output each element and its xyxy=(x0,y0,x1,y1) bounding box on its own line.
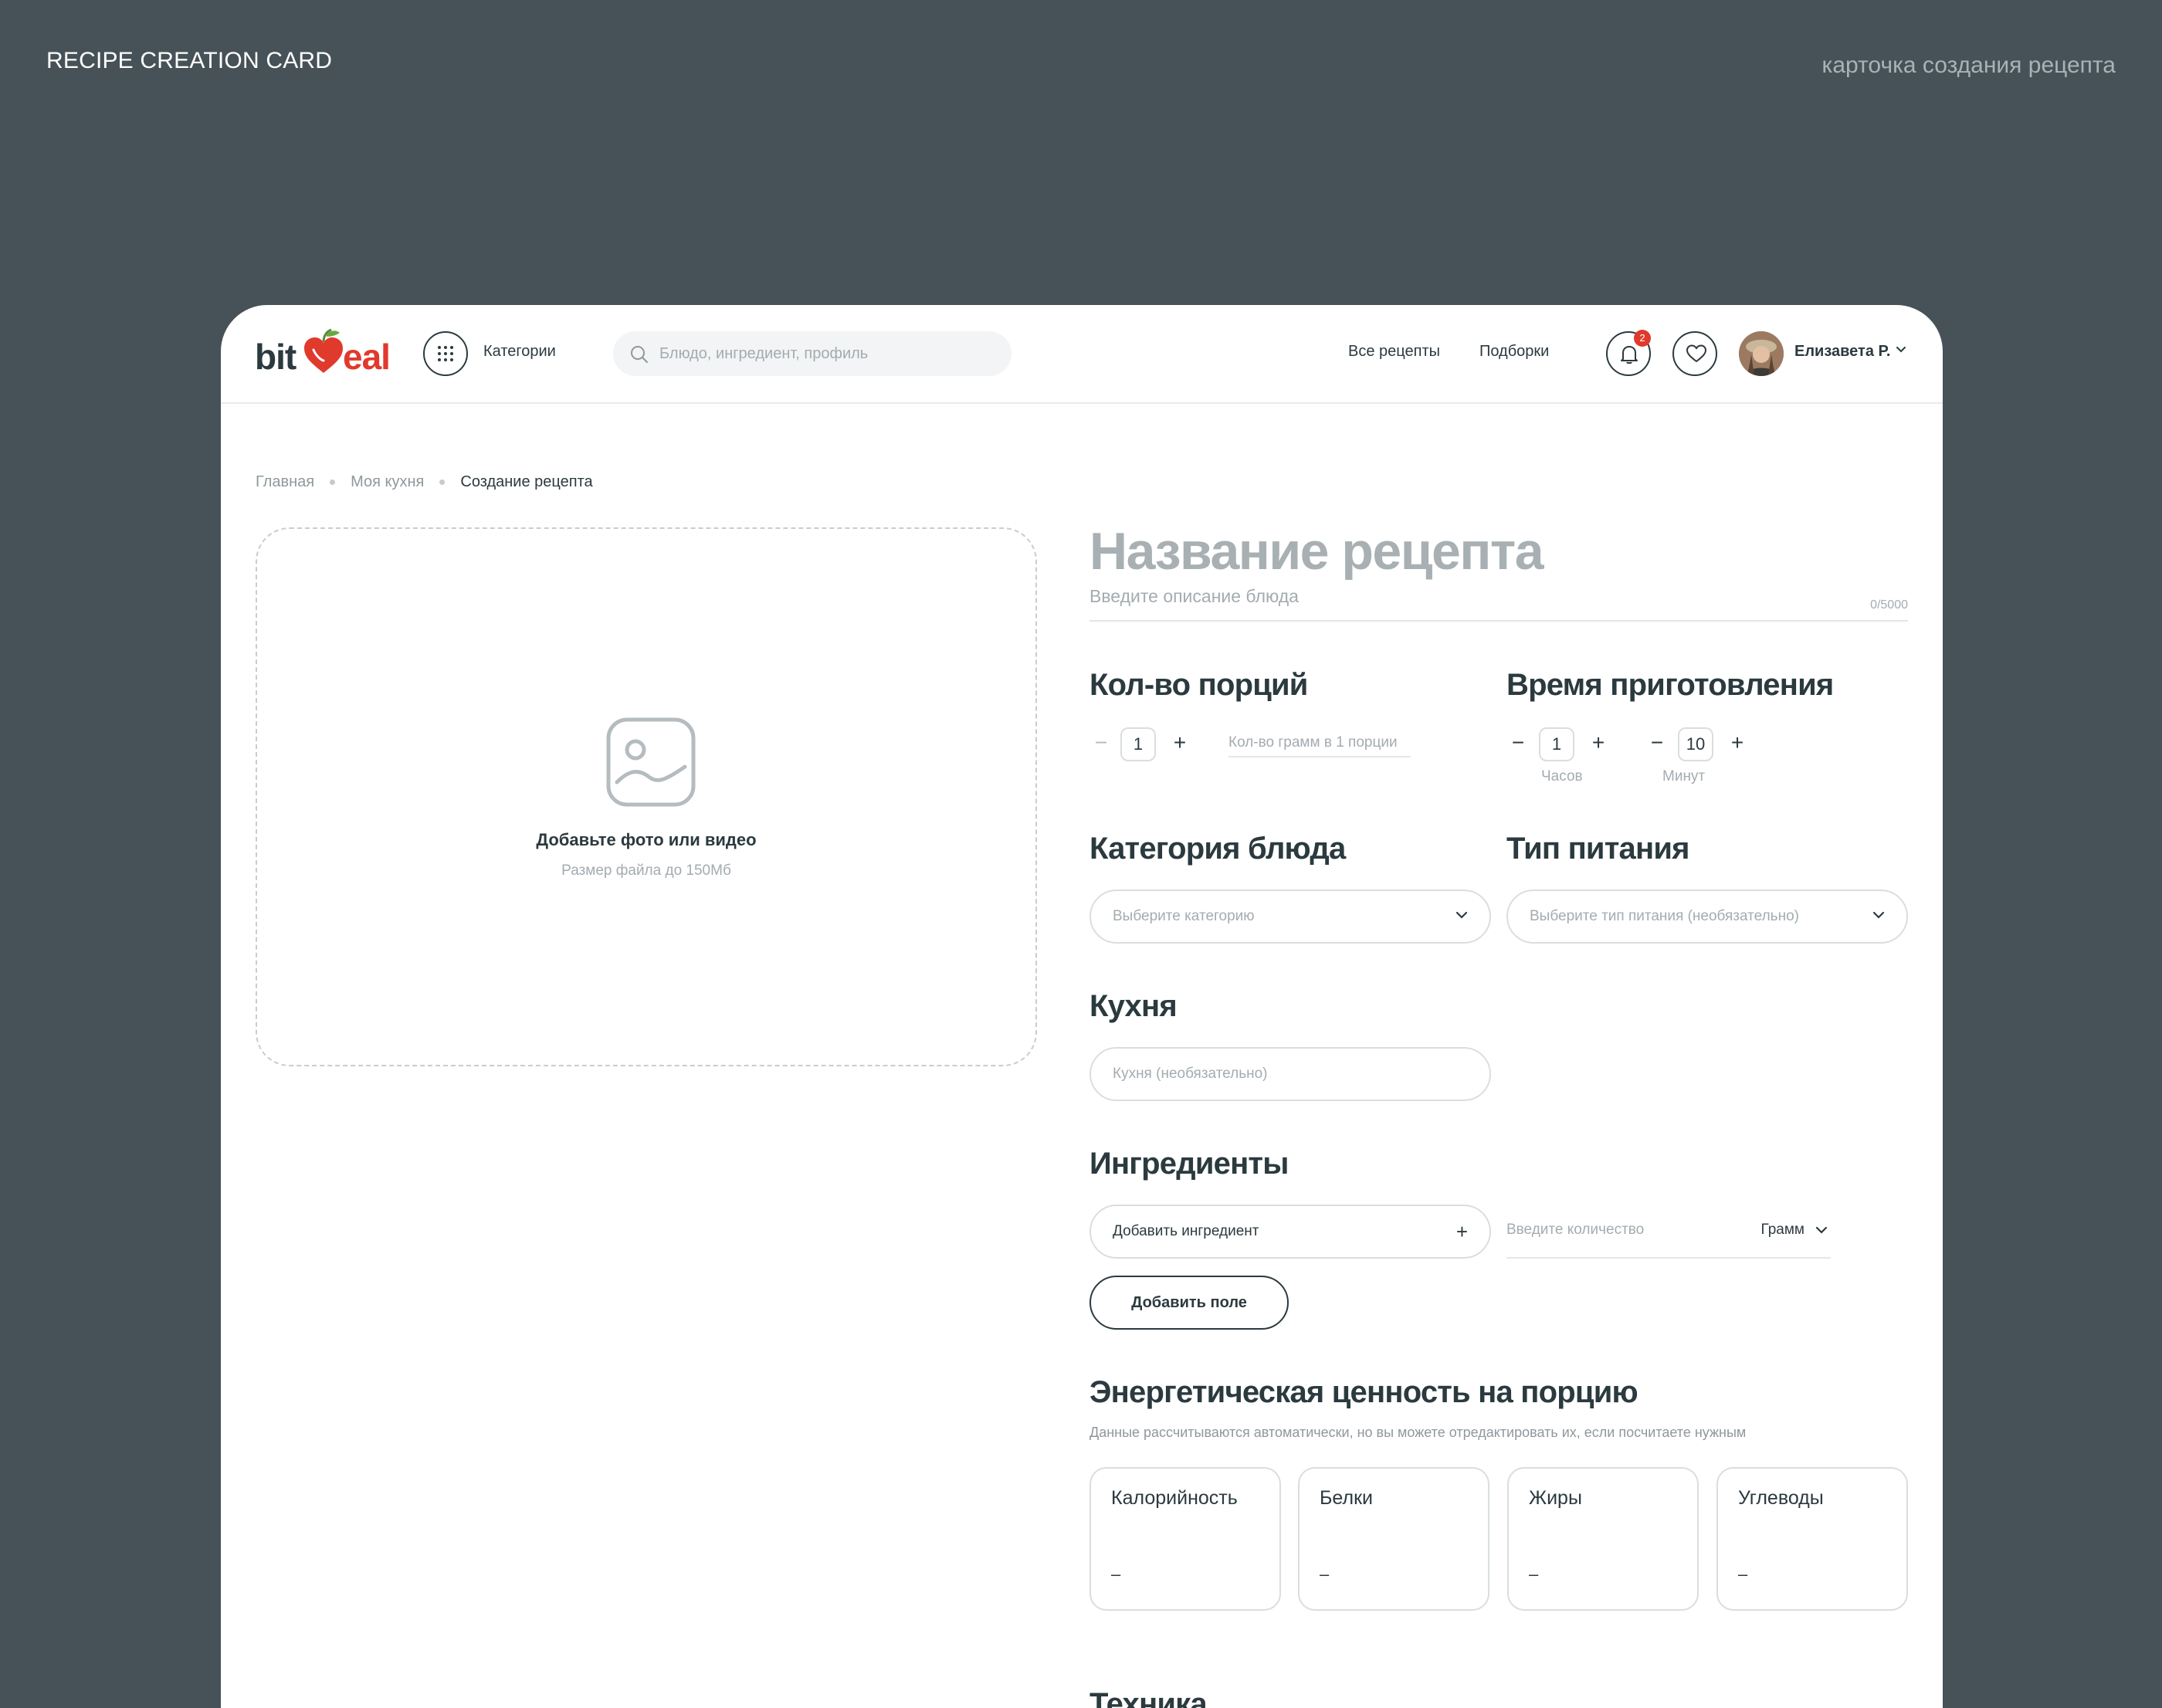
energy-heading: Энергетическая ценность на порцию xyxy=(1089,1375,1638,1409)
cuisine-input[interactable]: Кухня (необязательно) xyxy=(1089,1047,1491,1101)
nutrition-card-fat[interactable]: Жиры – xyxy=(1507,1467,1699,1611)
categories-button[interactable] xyxy=(423,331,468,376)
breadcrumb-current: Создание рецепта xyxy=(460,473,593,490)
notification-badge: 2 xyxy=(1634,330,1651,347)
minutes-stepper: − 10 + xyxy=(1645,727,1754,761)
plus-icon[interactable]: + xyxy=(1456,1220,1468,1244)
chevron-down-icon xyxy=(1872,911,1885,919)
cuisine-heading: Кухня xyxy=(1089,989,1178,1023)
upload-title: Добавьте фото или видео xyxy=(536,830,757,849)
minutes-label: Минут xyxy=(1662,768,1706,785)
search-input[interactable] xyxy=(659,331,999,376)
nutrition-card-carbs[interactable]: Углеводы – xyxy=(1716,1467,1908,1611)
user-photo-icon xyxy=(1739,331,1784,376)
add-ingredient-label: Добавить ингредиент xyxy=(1113,1223,1259,1239)
grams-per-serving-input[interactable]: Кол-во грамм в 1 порции xyxy=(1228,730,1411,757)
breadcrumb-home[interactable]: Главная xyxy=(256,473,314,491)
unit-select[interactable]: Грамм xyxy=(1761,1222,1804,1239)
logo-text-bit: bit xyxy=(255,337,297,377)
chevron-down-icon[interactable] xyxy=(1896,347,1906,353)
recipe-title-input[interactable]: Название рецепта xyxy=(1089,521,1544,581)
nutrition-value[interactable]: – xyxy=(1320,1564,1329,1584)
energy-note: Данные рассчитываются автоматически, но … xyxy=(1089,1425,1747,1440)
favorites-button[interactable] xyxy=(1672,331,1717,376)
recipe-creation-card: bit eal Категории Все рецепт xyxy=(221,305,1943,1708)
add-field-button[interactable]: Добавить поле xyxy=(1089,1276,1289,1330)
diet-type-placeholder: Выберите тип питания (необязательно) xyxy=(1530,908,1799,924)
description-placeholder: Введите описание блюда xyxy=(1089,586,1299,606)
chevron-down-icon[interactable] xyxy=(1815,1226,1828,1234)
minutes-minus-button[interactable]: − xyxy=(1645,730,1669,755)
breadcrumb-separator xyxy=(330,480,336,485)
add-ingredient-input[interactable]: Добавить ингредиент + xyxy=(1089,1205,1491,1259)
top-header: bit eal Категории Все рецепт xyxy=(221,305,1943,404)
nav-collections[interactable]: Подборки xyxy=(1479,343,1549,361)
dish-category-heading: Категория блюда xyxy=(1089,832,1346,866)
user-name[interactable]: Елизавета Р. xyxy=(1794,343,1890,361)
nutrition-card-protein[interactable]: Белки – xyxy=(1298,1467,1489,1611)
ingredient-quantity-field[interactable]: Введите количество Грамм xyxy=(1506,1205,1831,1259)
breadcrumb-my-kitchen[interactable]: Моя кухня xyxy=(351,473,424,491)
servings-minus-button[interactable]: − xyxy=(1089,730,1113,755)
heart-apple-icon xyxy=(304,328,343,373)
diet-type-select[interactable]: Выберите тип питания (необязательно) xyxy=(1506,890,1908,944)
bell-icon xyxy=(1621,346,1638,364)
minutes-value[interactable]: 10 xyxy=(1678,727,1713,761)
hours-value[interactable]: 1 xyxy=(1539,727,1574,761)
avatar[interactable] xyxy=(1739,331,1784,376)
technique-heading: Техника xyxy=(1089,1687,1208,1708)
presentation-caption-left: RECIPE CREATION CARD xyxy=(46,48,333,73)
upload-subtitle: Размер файла до 150Мб xyxy=(561,862,731,879)
description-counter: 0/5000 xyxy=(1870,598,1908,612)
hours-minus-button[interactable]: − xyxy=(1506,730,1530,755)
diet-type-heading: Тип питания xyxy=(1506,832,1689,866)
nutrition-label: Белки xyxy=(1320,1487,1373,1509)
nutrition-label: Жиры xyxy=(1529,1487,1582,1509)
servings-plus-button[interactable]: + xyxy=(1168,730,1191,755)
nutrition-label: Углеводы xyxy=(1738,1487,1824,1509)
breadcrumb: Главная Моя кухня Создание рецепта xyxy=(256,473,593,491)
presentation-caption-right: карточка создания рецепта xyxy=(1821,53,2116,78)
minutes-plus-button[interactable]: + xyxy=(1726,730,1749,755)
notifications-button[interactable]: 2 xyxy=(1606,330,1651,376)
nutrition-value[interactable]: – xyxy=(1111,1564,1120,1584)
hours-label: Часов xyxy=(1541,768,1583,785)
search-bar[interactable] xyxy=(613,331,1012,376)
search-icon xyxy=(631,346,648,363)
ingredients-heading: Ингредиенты xyxy=(1089,1147,1289,1181)
heart-icon xyxy=(1686,344,1706,362)
dish-category-placeholder: Выберите категорию xyxy=(1113,908,1255,924)
quantity-placeholder: Введите количество xyxy=(1506,1222,1645,1238)
grid-icon xyxy=(438,346,453,361)
nutrition-value[interactable]: – xyxy=(1529,1564,1538,1584)
servings-stepper: − 1 + xyxy=(1089,727,1198,761)
nav-all-recipes[interactable]: Все рецепты xyxy=(1348,343,1440,361)
logo-text-eal: eal xyxy=(343,337,391,377)
hours-plus-button[interactable]: + xyxy=(1587,730,1610,755)
nutrition-label: Калорийность xyxy=(1111,1487,1238,1509)
nutrition-card-calories[interactable]: Калорийность – xyxy=(1089,1467,1281,1611)
cook-time-heading: Время приготовления xyxy=(1506,668,1834,702)
cuisine-placeholder: Кухня (необязательно) xyxy=(1113,1066,1268,1082)
breadcrumb-separator xyxy=(439,480,446,485)
categories-label[interactable]: Категории xyxy=(483,343,556,361)
image-icon xyxy=(606,717,696,807)
media-upload-area[interactable]: Добавьте фото или видео Размер файла до … xyxy=(256,527,1037,1066)
servings-heading: Кол-во порций xyxy=(1089,668,1308,702)
chevron-down-icon xyxy=(1455,911,1468,919)
description-field[interactable]: Введите описание блюда 0/5000 xyxy=(1089,586,1908,622)
hours-stepper: − 1 + xyxy=(1506,727,1615,761)
servings-value[interactable]: 1 xyxy=(1120,727,1156,761)
nutrition-value[interactable]: – xyxy=(1738,1564,1747,1584)
dish-category-select[interactable]: Выберите категорию xyxy=(1089,890,1491,944)
